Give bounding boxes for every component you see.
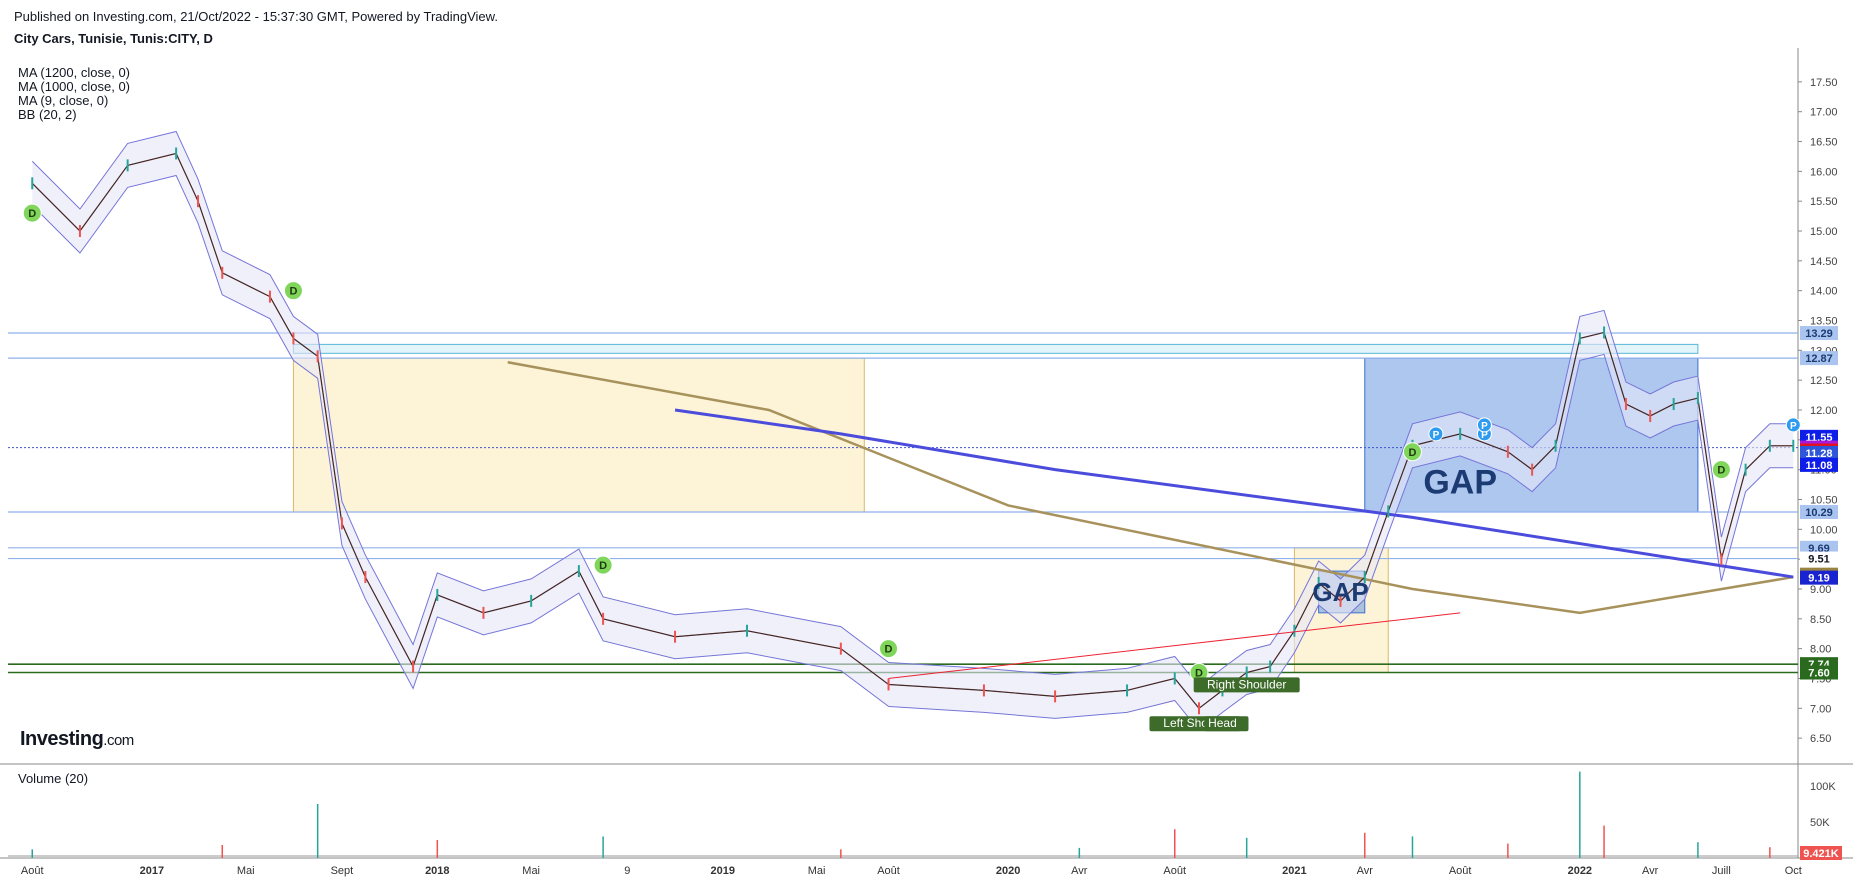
price-chart[interactable]: DDDDDDDP PP PGAPGAPRight ShoulderLeft Shou… [0, 0, 1853, 884]
marker-d-1: D [283, 281, 303, 301]
x-tick-label: Juill [1712, 865, 1731, 877]
marker-label: P [1481, 421, 1488, 432]
y-tick-label: 17.00 [1810, 107, 1838, 119]
price-label: 10.29 [1805, 507, 1833, 519]
y-tick-label: 14.00 [1810, 286, 1838, 298]
y-tick-label: 9.00 [1810, 584, 1831, 596]
marker-p-9: P [1476, 417, 1492, 433]
marker-p-7: P [1428, 426, 1444, 442]
price-label: 12.87 [1805, 353, 1833, 365]
x-tick-label: Août [1449, 865, 1472, 877]
x-tick-label: Avr [1071, 865, 1088, 877]
price-label: 11.08 [1806, 460, 1833, 472]
investing-logo: Investing.com [20, 728, 134, 751]
logo-main: Investing [20, 728, 104, 750]
zone-cyan-4 [292, 343, 1699, 354]
zone-yellow-0 [292, 357, 865, 513]
marker-label: D [599, 560, 607, 572]
x-tick-label: Mai [237, 865, 255, 877]
x-tick-label: 2022 [1568, 865, 1592, 877]
price-label: 13.29 [1805, 328, 1833, 340]
x-tick-label: 9 [624, 865, 630, 877]
annotation-gap: GAP [1312, 577, 1368, 607]
x-tick-label: Mai [808, 865, 826, 877]
marker-d-3: D [879, 639, 899, 659]
volume-last-label: 9.421K [1803, 848, 1839, 860]
x-tick-label: 2018 [425, 865, 449, 877]
x-tick-label: Août [877, 865, 900, 877]
y-tick-label: 8.00 [1810, 644, 1831, 656]
marker-label: D [885, 644, 893, 656]
volume-tick: 100K [1810, 781, 1836, 793]
y-tick-label: 13.50 [1810, 316, 1838, 328]
x-tick-label: 2021 [1282, 865, 1306, 877]
marker-label: D [289, 286, 297, 298]
marker-d-6: D [1711, 460, 1731, 480]
y-tick-label: 7.00 [1810, 703, 1831, 715]
x-tick-label: 2019 [711, 865, 735, 877]
marker-label: D [1408, 447, 1416, 459]
marker-d-2: D [593, 555, 613, 575]
x-tick-label: Août [1163, 865, 1186, 877]
x-tick-label: 2017 [140, 865, 164, 877]
y-tick-label: 14.50 [1810, 256, 1838, 268]
volume-tick: 50K [1810, 817, 1830, 829]
marker-p-10: P [1785, 417, 1801, 433]
y-tick-label: 16.50 [1810, 137, 1838, 149]
annotation-gap: GAP [1423, 464, 1497, 502]
y-tick-label: 15.50 [1810, 196, 1838, 208]
marker-d-0: D [22, 203, 42, 223]
y-tick-label: 12.00 [1810, 405, 1838, 417]
y-tick-label: 10.00 [1810, 524, 1838, 536]
x-tick-label: Sept [331, 865, 354, 877]
logo-suffix: .com [103, 732, 134, 749]
x-tick-label: Mai [522, 865, 540, 877]
x-tick-label: 2020 [996, 865, 1020, 877]
volume-label: Volume (20) [18, 771, 89, 786]
y-tick-label: 17.50 [1810, 77, 1838, 89]
marker-label: D [1717, 465, 1725, 477]
x-tick-label: Avr [1642, 865, 1659, 877]
price-label: 9.19 [1808, 573, 1829, 585]
marker-label: P [1433, 430, 1440, 441]
price-label: 7.60 [1808, 668, 1829, 680]
price-label: 9.51 [1808, 554, 1829, 566]
y-tick-label: 8.50 [1810, 614, 1831, 626]
annotation-label: Right Shoulder [1207, 677, 1286, 691]
marker-label: P [1790, 421, 1797, 432]
y-tick-label: 10.50 [1810, 494, 1838, 506]
y-tick-label: 12.50 [1810, 375, 1838, 387]
x-tick-label: Oct [1785, 865, 1802, 877]
annotation-label: Head [1208, 716, 1237, 730]
marker-d-5: D [1402, 442, 1422, 462]
y-tick-label: 6.50 [1810, 733, 1831, 745]
x-tick-label: Avr [1357, 865, 1374, 877]
marker-label: D [28, 208, 36, 220]
y-tick-label: 15.00 [1810, 226, 1838, 238]
x-tick-label: Août [21, 865, 44, 877]
y-tick-label: 16.00 [1810, 166, 1838, 178]
